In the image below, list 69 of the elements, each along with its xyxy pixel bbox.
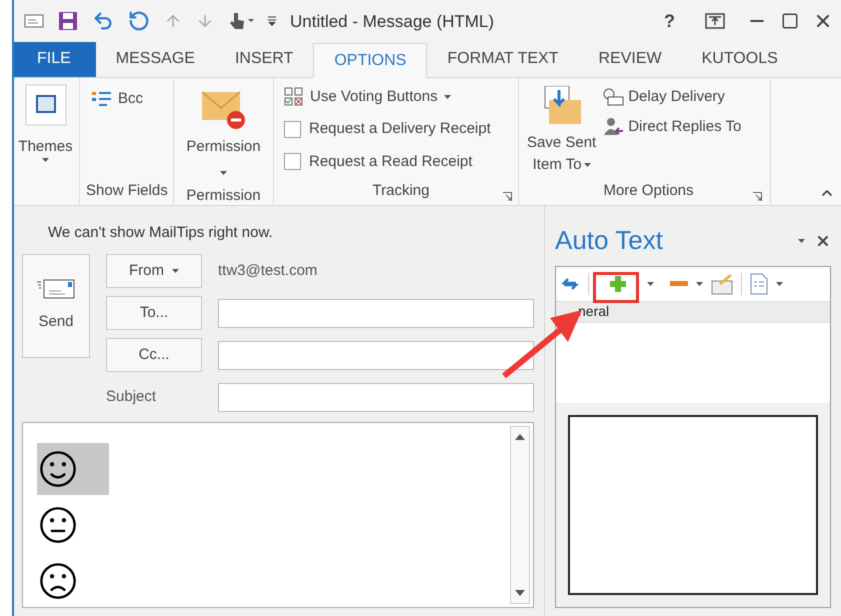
bcc-button[interactable]: Bcc — [92, 88, 173, 110]
recipient-button[interactable]: Cc... — [106, 338, 202, 372]
group-label: Permission — [186, 186, 261, 206]
group-label: Tracking — [372, 181, 430, 201]
person-icon — [602, 117, 624, 138]
group-label: More Options — [603, 181, 694, 201]
input-field[interactable] — [218, 298, 534, 328]
document-icon[interactable] — [750, 272, 768, 294]
neutral-face-icon — [39, 506, 77, 544]
input-field[interactable] — [218, 382, 534, 412]
ribbon-tab[interactable]: KUTOOLS — [682, 42, 798, 76]
ribbon-tab[interactable]: MESSAGE — [96, 42, 215, 76]
minus-icon[interactable] — [670, 280, 688, 286]
maximize-icon[interactable] — [781, 12, 799, 30]
caret-icon — [444, 94, 451, 99]
subject-label: Subject — [106, 386, 158, 407]
dropdown-caret-icon — [647, 282, 654, 286]
from-button[interactable]: From — [106, 254, 202, 288]
refresh-icon[interactable] — [560, 276, 580, 292]
mailtips-message: We can't show MailTips right now. — [48, 222, 274, 242]
receipt-checkbox[interactable]: Request a Read Receipt — [284, 150, 518, 173]
smiley-face-icon — [39, 450, 77, 488]
ribbon-tab[interactable]: INSERT — [214, 42, 314, 76]
save-icon[interactable] — [58, 11, 78, 32]
input-field[interactable] — [218, 340, 534, 370]
plus-icon — [610, 276, 626, 292]
caret-icon — [42, 158, 49, 162]
voting-buttons-dropdown[interactable]: Use Voting Buttons — [284, 86, 518, 108]
from-address: ttw3@test.com — [218, 260, 318, 281]
ribbon-tab[interactable]: REVIEW — [578, 42, 682, 76]
ribbon-tab[interactable]: OPTIONS — [313, 42, 428, 78]
customize-icon[interactable] — [268, 16, 276, 26]
envelope-icon — [202, 90, 246, 130]
window-title: Untitled - Message (HTML) — [290, 10, 494, 32]
group-label: Show Fields — [86, 181, 169, 201]
dialog-launcher-icon[interactable] — [753, 192, 762, 200]
delay-delivery-button[interactable]: Delay Delivery — [602, 86, 742, 108]
pane-options-icon — [798, 238, 805, 242]
category-header: neral — [578, 302, 610, 321]
permission-button[interactable]: Permission — [186, 90, 261, 184]
dialog-launcher-icon[interactable] — [503, 192, 512, 200]
send-button[interactable]: Send — [22, 254, 90, 358]
recipient-button[interactable]: To... — [106, 296, 202, 330]
ribbon-display-icon[interactable] — [705, 13, 725, 30]
redo-icon[interactable] — [128, 10, 150, 32]
dropdown-caret-icon — [776, 282, 783, 286]
pane-title: Auto Text — [555, 224, 663, 257]
sad-face-icon — [39, 562, 77, 600]
caret-icon — [584, 162, 591, 166]
help-button[interactable]: ? — [656, 8, 683, 35]
ribbon-tab[interactable]: FILE — [12, 42, 96, 76]
undo-icon[interactable] — [92, 10, 114, 32]
themes-icon — [24, 84, 66, 126]
touch-icon[interactable] — [228, 11, 254, 32]
direct-replies-button[interactable]: Direct Replies To — [602, 116, 742, 138]
dropdown-caret-icon — [696, 282, 703, 286]
voting-icon — [284, 86, 304, 107]
highlight-frame — [593, 272, 639, 303]
scrollbar[interactable] — [510, 426, 530, 604]
caret-icon — [220, 171, 227, 176]
caret-icon — [172, 269, 179, 273]
receipt-checkbox[interactable]: Request a Delivery Receipt — [284, 118, 518, 140]
rename-icon[interactable] — [711, 272, 733, 294]
list-icon — [92, 90, 112, 107]
themes-button[interactable]: Themes — [18, 84, 73, 162]
message-icon[interactable] — [24, 14, 44, 28]
envelope-icon — [37, 278, 75, 299]
save-sent-item-button[interactable]: Save Sent Item To — [527, 86, 596, 176]
ribbon-tab[interactable]: FORMAT TEXT — [427, 42, 578, 76]
